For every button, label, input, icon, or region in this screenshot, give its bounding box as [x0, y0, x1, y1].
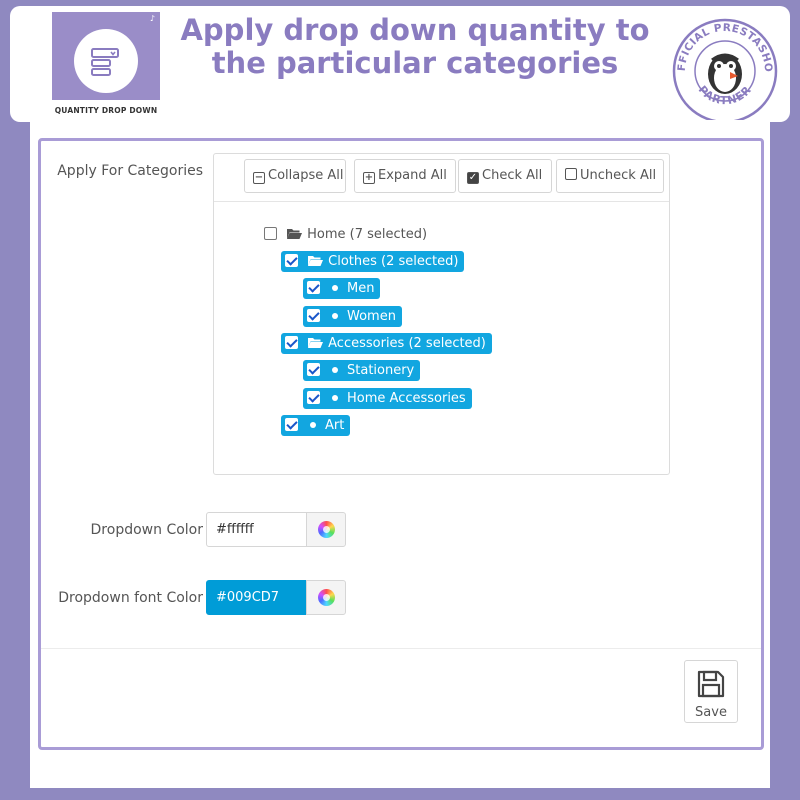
categories-label: Apply For Categories — [57, 163, 203, 179]
tree-node-label: Art — [325, 418, 345, 433]
tree-node-label: Clothes (2 selected) — [328, 254, 459, 269]
check-all-label: Check All — [482, 168, 543, 183]
save-button[interactable]: Save — [684, 660, 738, 723]
tree-node-stationery[interactable]: Stationery — [303, 360, 421, 381]
module-logo: ♪ QUANTITY DROP DOWN — [52, 12, 160, 122]
save-floppy-icon — [697, 670, 725, 698]
tree-node-home-accessories[interactable]: Home Accessories — [303, 388, 472, 409]
art-checkbox[interactable] — [285, 418, 298, 431]
tree-node-label: Home Accessories — [347, 391, 466, 406]
folder-open-icon — [308, 256, 324, 266]
tree-node-art[interactable]: Art — [281, 415, 351, 436]
dropdown-font-color-label: Dropdown font Color — [58, 590, 203, 606]
page-title: Apply drop down quantity to the particul… — [180, 13, 650, 80]
logo-caption: QUANTITY DROP DOWN — [52, 100, 160, 122]
collapse-all-button[interactable]: − Collapse All — [244, 159, 346, 193]
dropdown-font-color-input[interactable]: #009CD7 — [206, 580, 307, 615]
men-checkbox[interactable] — [307, 281, 320, 294]
home-accessories-checkbox[interactable] — [307, 391, 320, 404]
color-wheel-icon — [318, 521, 335, 538]
expand-all-button[interactable]: + Expand All — [354, 159, 456, 193]
uncheck-all-button[interactable]: Uncheck All — [556, 159, 664, 193]
collapse-all-label: Collapse All — [268, 168, 344, 183]
tree-node-clothes[interactable]: Clothes (2 selected) — [281, 251, 465, 272]
home-checkbox[interactable] — [264, 227, 277, 240]
dropdown-font-color-picker-button[interactable] — [306, 580, 346, 615]
dropdown-color-label: Dropdown Color — [90, 522, 203, 538]
bullet-icon — [332, 395, 338, 401]
prestashop-partner-badge: OFFICIAL PRESTASHOP PARTNER — [672, 18, 778, 124]
tree-node-label: Accessories (2 selected) — [328, 336, 486, 351]
bullet-icon — [332, 367, 338, 373]
expand-icon: + — [363, 172, 375, 184]
tree-node-label: Stationery — [347, 363, 415, 378]
tree-node-home[interactable]: Home (7 selected) — [260, 224, 433, 245]
logo-circle — [74, 29, 138, 93]
tree-node-women[interactable]: Women — [303, 306, 402, 327]
check-all-button[interactable]: ✓ Check All — [458, 159, 552, 193]
settings-panel: Apply For Categories − Collapse All + Expa… — [38, 138, 764, 750]
uncheck-all-label: Uncheck All — [580, 168, 657, 183]
save-label: Save — [695, 705, 727, 720]
panel-footer-divider — [41, 648, 761, 649]
tree-node-men[interactable]: Men — [303, 278, 381, 299]
clothes-checkbox[interactable] — [285, 254, 298, 267]
accessories-checkbox[interactable] — [285, 336, 298, 349]
category-tree: − Collapse All + Expand All ✓ Check All Unc… — [213, 153, 670, 475]
color-wheel-icon — [318, 589, 335, 606]
tree-node-label: Women — [347, 309, 396, 324]
dropdown-widget-icon — [91, 48, 119, 76]
folder-open-icon — [308, 338, 324, 348]
tree-toolbar: − Collapse All + Expand All ✓ Check All Unc… — [214, 154, 669, 202]
tree-node-label: Men — [347, 281, 375, 296]
header-banner: ♪ QUANTITY DROP DOWN Apply drop down qua… — [10, 6, 790, 124]
bullet-icon — [332, 313, 338, 319]
check-all-icon: ✓ — [467, 172, 479, 184]
bullet-icon — [310, 422, 316, 428]
prestashop-puffin-icon — [708, 53, 742, 94]
bullet-icon — [332, 285, 338, 291]
uncheck-all-icon — [565, 168, 577, 180]
stationery-checkbox[interactable] — [307, 363, 320, 376]
women-checkbox[interactable] — [307, 309, 320, 322]
dropdown-color-input[interactable]: #ffffff — [206, 512, 307, 547]
tree-node-label: Home (7 selected) — [307, 227, 428, 242]
expand-all-label: Expand All — [378, 168, 447, 183]
collapse-icon: − — [253, 172, 265, 184]
music-note-icon: ♪ — [149, 14, 155, 23]
dropdown-color-picker-button[interactable] — [306, 512, 346, 547]
folder-open-icon — [287, 229, 303, 239]
tree-node-accessories[interactable]: Accessories (2 selected) — [281, 333, 492, 354]
